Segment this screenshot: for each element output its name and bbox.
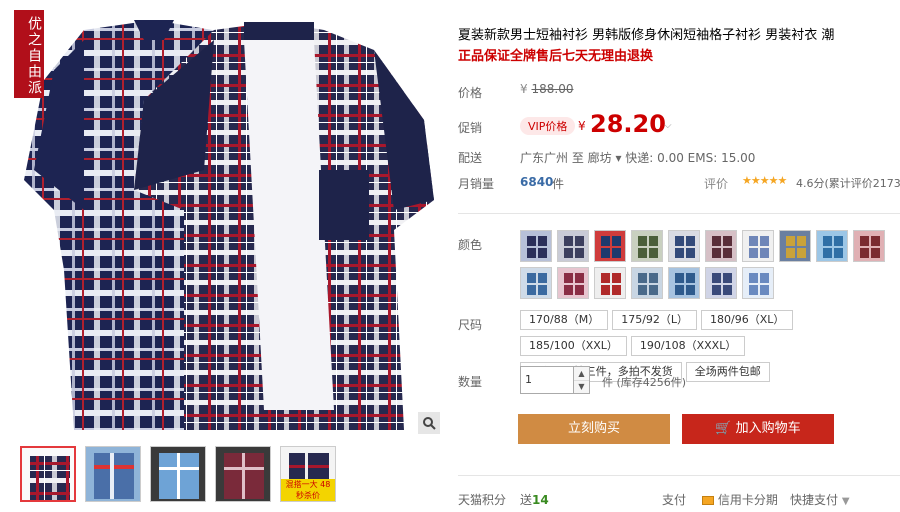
- original-price-value: 188.00: [531, 82, 574, 96]
- promo-label: 促销: [458, 121, 483, 135]
- price-label: 价格: [458, 86, 483, 100]
- thumbnail-strip: 混搭一大 48 秒杀价: [20, 446, 336, 502]
- quantity-stepper[interactable]: ▲ ▼: [574, 366, 590, 394]
- thumb-shirt-1: [30, 456, 70, 500]
- credit-card-pay-label: 信用卡分期: [717, 493, 778, 507]
- size-option[interactable]: 185/100（XXL）: [520, 336, 627, 356]
- thumbnail-5[interactable]: 混搭一大 48 秒杀价: [280, 446, 336, 502]
- stock-info: 件 (库存4256件): [602, 374, 686, 390]
- color-swatch[interactable]: [853, 230, 885, 262]
- thumbnail-caption: 混搭一大 48 秒杀价: [281, 479, 335, 501]
- thumbnail-3[interactable]: [150, 446, 206, 502]
- product-info-panel: 夏装新款男士短袖衬衫 男韩版修身休闲短袖格子衬衫 男装衬衣 潮 正品保证全牌售后…: [458, 0, 900, 512]
- rating-score[interactable]: 4.6分(累计评价2173: [796, 175, 900, 191]
- main-product-image[interactable]: 优之自由派: [14, 10, 442, 436]
- size-option[interactable]: 175/92（L）: [612, 310, 698, 330]
- size-option[interactable]: 全场两件包邮: [685, 362, 770, 382]
- brand-tag: 优之自由派: [14, 10, 44, 98]
- evaluation-label: 评价: [704, 177, 729, 191]
- add-to-cart-button[interactable]: 🛒 加入购物车: [682, 414, 834, 444]
- decrease-icon[interactable]: ▼: [574, 381, 589, 394]
- currency-symbol: ¥: [520, 82, 528, 96]
- product-title: 夏装新款男士短袖衬衫 男韩版修身休闲短袖格子衬衫 男装衬衣 潮: [458, 28, 835, 43]
- size-option[interactable]: 170/88（M）: [520, 310, 609, 330]
- vip-price-badge: VIP价格: [520, 117, 576, 135]
- color-swatch[interactable]: [705, 230, 737, 262]
- size-label: 尺码: [458, 318, 483, 332]
- magnifier-icon: [423, 417, 436, 430]
- chevron-down-icon: ▼: [841, 496, 850, 507]
- color-swatch[interactable]: [816, 230, 848, 262]
- promo-currency: ¥: [578, 119, 586, 133]
- points-prefix: 送: [520, 493, 533, 507]
- points-info: 送14: [520, 491, 549, 508]
- color-swatch[interactable]: [779, 230, 811, 262]
- color-swatch[interactable]: [557, 267, 589, 299]
- sales-count: 6840: [520, 175, 554, 189]
- quantity-label: 数量: [458, 375, 483, 389]
- color-swatch[interactable]: [742, 267, 774, 299]
- increase-icon[interactable]: ▲: [574, 367, 589, 381]
- payment-label: 支付: [662, 493, 687, 507]
- star-rating-icon: ★★★★★: [742, 174, 787, 187]
- color-swatch[interactable]: [520, 230, 552, 262]
- thumb-shirt-4: [216, 447, 270, 501]
- color-swatch[interactable]: [594, 230, 626, 262]
- buy-now-button[interactable]: 立刻购买: [518, 414, 670, 444]
- quick-pay[interactable]: 快捷支付 ▼: [790, 491, 850, 508]
- color-label: 颜色: [458, 238, 483, 252]
- shipping-label: 配送: [458, 151, 483, 165]
- thumbnail-2[interactable]: [85, 446, 141, 502]
- color-swatch[interactable]: [668, 230, 700, 262]
- color-swatch[interactable]: [742, 230, 774, 262]
- color-swatch[interactable]: [668, 267, 700, 299]
- add-to-cart-label: 加入购物车: [735, 421, 801, 436]
- color-swatch[interactable]: [557, 230, 589, 262]
- chevron-down-icon[interactable]: ⌵: [664, 120, 672, 131]
- color-swatch[interactable]: [631, 267, 663, 299]
- quantity-input[interactable]: 1: [520, 366, 574, 394]
- thumbnail-1[interactable]: [20, 446, 76, 502]
- zoom-button[interactable]: [418, 412, 440, 434]
- sales-unit: 件: [552, 177, 565, 191]
- thumb-shirt-2: [86, 447, 140, 501]
- original-price: ¥ 188.00: [520, 82, 573, 96]
- size-option[interactable]: 180/96（XL）: [701, 310, 794, 330]
- product-subtitle: 正品保证全牌售后七天无理由退换: [458, 49, 654, 64]
- sales-label: 月销量: [458, 177, 495, 191]
- shipping-info[interactable]: 广东广州 至 廊坊 ▾ 快递: 0.00 EMS: 15.00: [520, 149, 755, 166]
- credit-card-icon: [702, 496, 714, 505]
- divider: [458, 213, 900, 214]
- size-option[interactable]: 190/108（XXXL）: [630, 336, 746, 356]
- color-swatch[interactable]: [705, 267, 737, 299]
- credit-card-pay[interactable]: 信用卡分期: [702, 491, 778, 508]
- color-swatch[interactable]: [594, 267, 626, 299]
- promo-price: 28.20: [590, 110, 666, 138]
- quick-pay-label: 快捷支付: [790, 493, 839, 507]
- color-swatches: [520, 230, 890, 299]
- points-label: 天猫积分: [458, 493, 507, 507]
- thumbnail-4[interactable]: [215, 446, 271, 502]
- stock-count: (库存4256件): [616, 376, 687, 389]
- color-swatch[interactable]: [631, 230, 663, 262]
- color-swatch[interactable]: [520, 267, 552, 299]
- shirt-illustration: [24, 20, 434, 430]
- divider: [458, 475, 900, 476]
- points-value: 14: [532, 493, 549, 507]
- quantity-unit: 件: [602, 376, 613, 389]
- cart-icon: 🛒: [715, 421, 732, 436]
- thumb-shirt-3: [151, 447, 205, 501]
